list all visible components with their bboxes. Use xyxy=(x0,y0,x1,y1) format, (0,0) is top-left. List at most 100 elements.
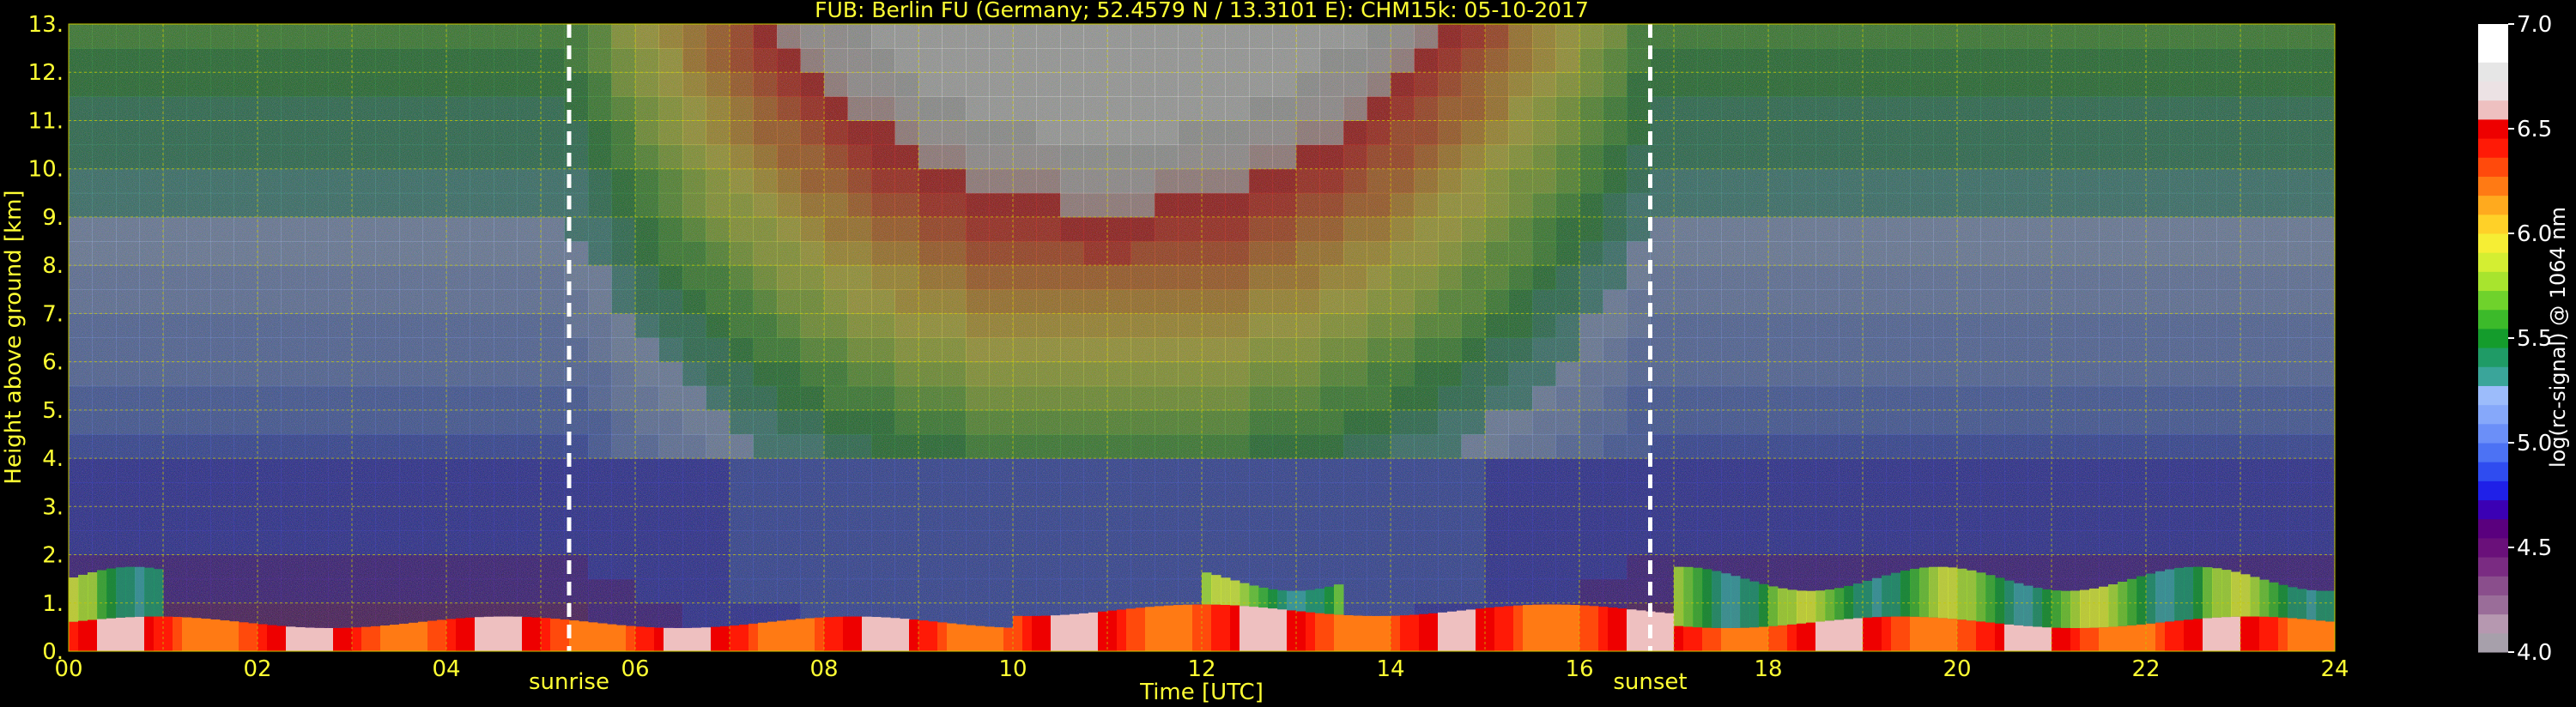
boundary-layer-cell xyxy=(465,617,476,651)
boundary-layer-cell xyxy=(1126,608,1136,651)
boundary-layer-cell xyxy=(541,618,551,651)
residual-layer-cell xyxy=(1948,567,1958,619)
boundary-layer-cell xyxy=(1910,616,1920,651)
boundary-layer-cell xyxy=(2250,616,2260,651)
boundary-layer-cell xyxy=(1617,608,1627,651)
residual-layer-cell xyxy=(106,568,117,619)
residual-layer-cell xyxy=(2146,573,2156,624)
residual-layer-cell xyxy=(2080,589,2090,628)
boundary-layer-cell xyxy=(305,627,315,651)
boundary-layer-cell xyxy=(2165,621,2175,651)
boundary-layer-cell xyxy=(1504,606,1514,651)
boundary-layer-cell xyxy=(2033,626,2043,651)
boundary-layer-cell xyxy=(1513,605,1524,651)
y-tick-label: 1. xyxy=(42,591,64,617)
boundary-layer-cell xyxy=(78,620,88,651)
y-tick-label: 12. xyxy=(28,60,64,86)
boundary-layer-cell xyxy=(1740,627,1750,651)
boundary-layer-cell xyxy=(1693,627,1703,651)
residual-layer-cell xyxy=(2306,589,2317,620)
residual-layer-cell xyxy=(2023,585,2034,626)
boundary-layer-cell xyxy=(2042,627,2052,651)
residual-layer-cell xyxy=(154,569,164,617)
residual-layer-cell xyxy=(1882,575,1892,617)
residual-layer-cell xyxy=(1976,572,1986,622)
boundary-layer-cell xyxy=(2127,625,2137,651)
residual-layer-cell xyxy=(1221,577,1231,606)
boundary-layer-cell xyxy=(1882,616,1892,651)
boundary-layer-cell xyxy=(248,623,258,651)
boundary-layer-cell xyxy=(862,616,872,651)
boundary-layer-cell xyxy=(966,625,976,651)
boundary-layer-cell xyxy=(1315,613,1325,651)
boundary-layer-cell xyxy=(163,616,173,651)
boundary-layer-cell xyxy=(144,616,155,651)
residual-layer-cell xyxy=(1702,569,1712,628)
boundary-layer-cell xyxy=(390,625,400,651)
boundary-layer-cell xyxy=(1324,613,1335,651)
residual-layer-cell xyxy=(88,572,98,620)
boundary-layer-cell xyxy=(512,616,523,651)
residual-layer-cell xyxy=(125,566,136,618)
boundary-layer-cell xyxy=(786,619,797,651)
boundary-layer-cell xyxy=(1183,604,1193,651)
boundary-layer-cell xyxy=(843,616,853,651)
residual-layer-cell xyxy=(2278,584,2288,618)
residual-layer-cell xyxy=(2052,590,2062,628)
lidar-chart: FUB: Berlin FU (Germany; 52.4579 N / 13.… xyxy=(0,0,2576,707)
boundary-layer-cell xyxy=(1268,608,1278,651)
boundary-layer-cell xyxy=(1409,614,1420,651)
boundary-layer-cell xyxy=(1419,613,1429,651)
colorbar-swatch xyxy=(2478,252,2508,272)
boundary-layer-cell xyxy=(1334,614,1344,651)
boundary-layer-cell xyxy=(1428,613,1439,651)
boundary-layer-cell xyxy=(2288,618,2298,651)
boundary-layer-cell xyxy=(1891,616,1901,651)
boundary-layer-cell xyxy=(1702,627,1712,651)
boundary-layer-cell xyxy=(758,622,768,651)
colorbar-swatch xyxy=(2478,43,2508,63)
boundary-layer-cell xyxy=(69,621,79,651)
boundary-layer-cell xyxy=(1938,618,1949,651)
boundary-layer-cell xyxy=(522,617,532,651)
boundary-layer-cell xyxy=(1362,615,1373,651)
boundary-layer-cell xyxy=(1051,615,1061,651)
colorbar-swatch xyxy=(2478,271,2508,292)
boundary-layer-cell xyxy=(1438,612,1448,651)
y-tick-label: 11. xyxy=(28,108,64,134)
boundary-layer-cell xyxy=(1277,609,1288,651)
boundary-layer-cell xyxy=(956,624,967,651)
boundary-layer-cell xyxy=(1834,619,1845,651)
chart-title: FUB: Berlin FU (Germany; 52.4579 N / 13.… xyxy=(815,0,1589,22)
boundary-layer-cell xyxy=(229,621,239,651)
boundary-layer-cell xyxy=(994,627,1004,651)
y-tick-label: 4. xyxy=(42,446,64,472)
boundary-layer-cell xyxy=(418,621,428,651)
boundary-layer-cell xyxy=(1381,615,1391,651)
residual-layer-cell xyxy=(2089,588,2100,628)
residual-layer-cell xyxy=(1806,590,1816,623)
residual-layer-cell xyxy=(1815,590,1826,622)
residual-layer-cell xyxy=(1721,573,1731,629)
boundary-layer-cell xyxy=(739,624,749,651)
boundary-layer-cell xyxy=(673,628,683,651)
boundary-layer-cell xyxy=(1759,626,1769,651)
residual-layer-cell xyxy=(2033,588,2043,627)
residual-layer-cell xyxy=(1929,566,1939,618)
boundary-layer-cell xyxy=(399,623,409,651)
residual-layer-cell xyxy=(2099,586,2109,628)
residual-layer-cell xyxy=(2297,589,2307,619)
boundary-layer-cell xyxy=(1079,613,1089,651)
boundary-layer-cell xyxy=(2099,627,2109,651)
residual-layer-cell xyxy=(2155,571,2166,623)
x-tick-label: 24 xyxy=(2320,656,2349,682)
residual-layer-cell xyxy=(2137,576,2147,625)
boundary-layer-cell xyxy=(1164,605,1174,651)
boundary-layer-cell xyxy=(427,620,438,651)
boundary-layer-cell xyxy=(918,620,929,651)
boundary-layer-cell xyxy=(1136,607,1146,651)
boundary-layer-cell xyxy=(1343,615,1354,651)
colorbar-swatch xyxy=(2478,480,2508,501)
x-tick-label: 06 xyxy=(621,656,649,682)
boundary-layer-cell xyxy=(106,618,117,651)
